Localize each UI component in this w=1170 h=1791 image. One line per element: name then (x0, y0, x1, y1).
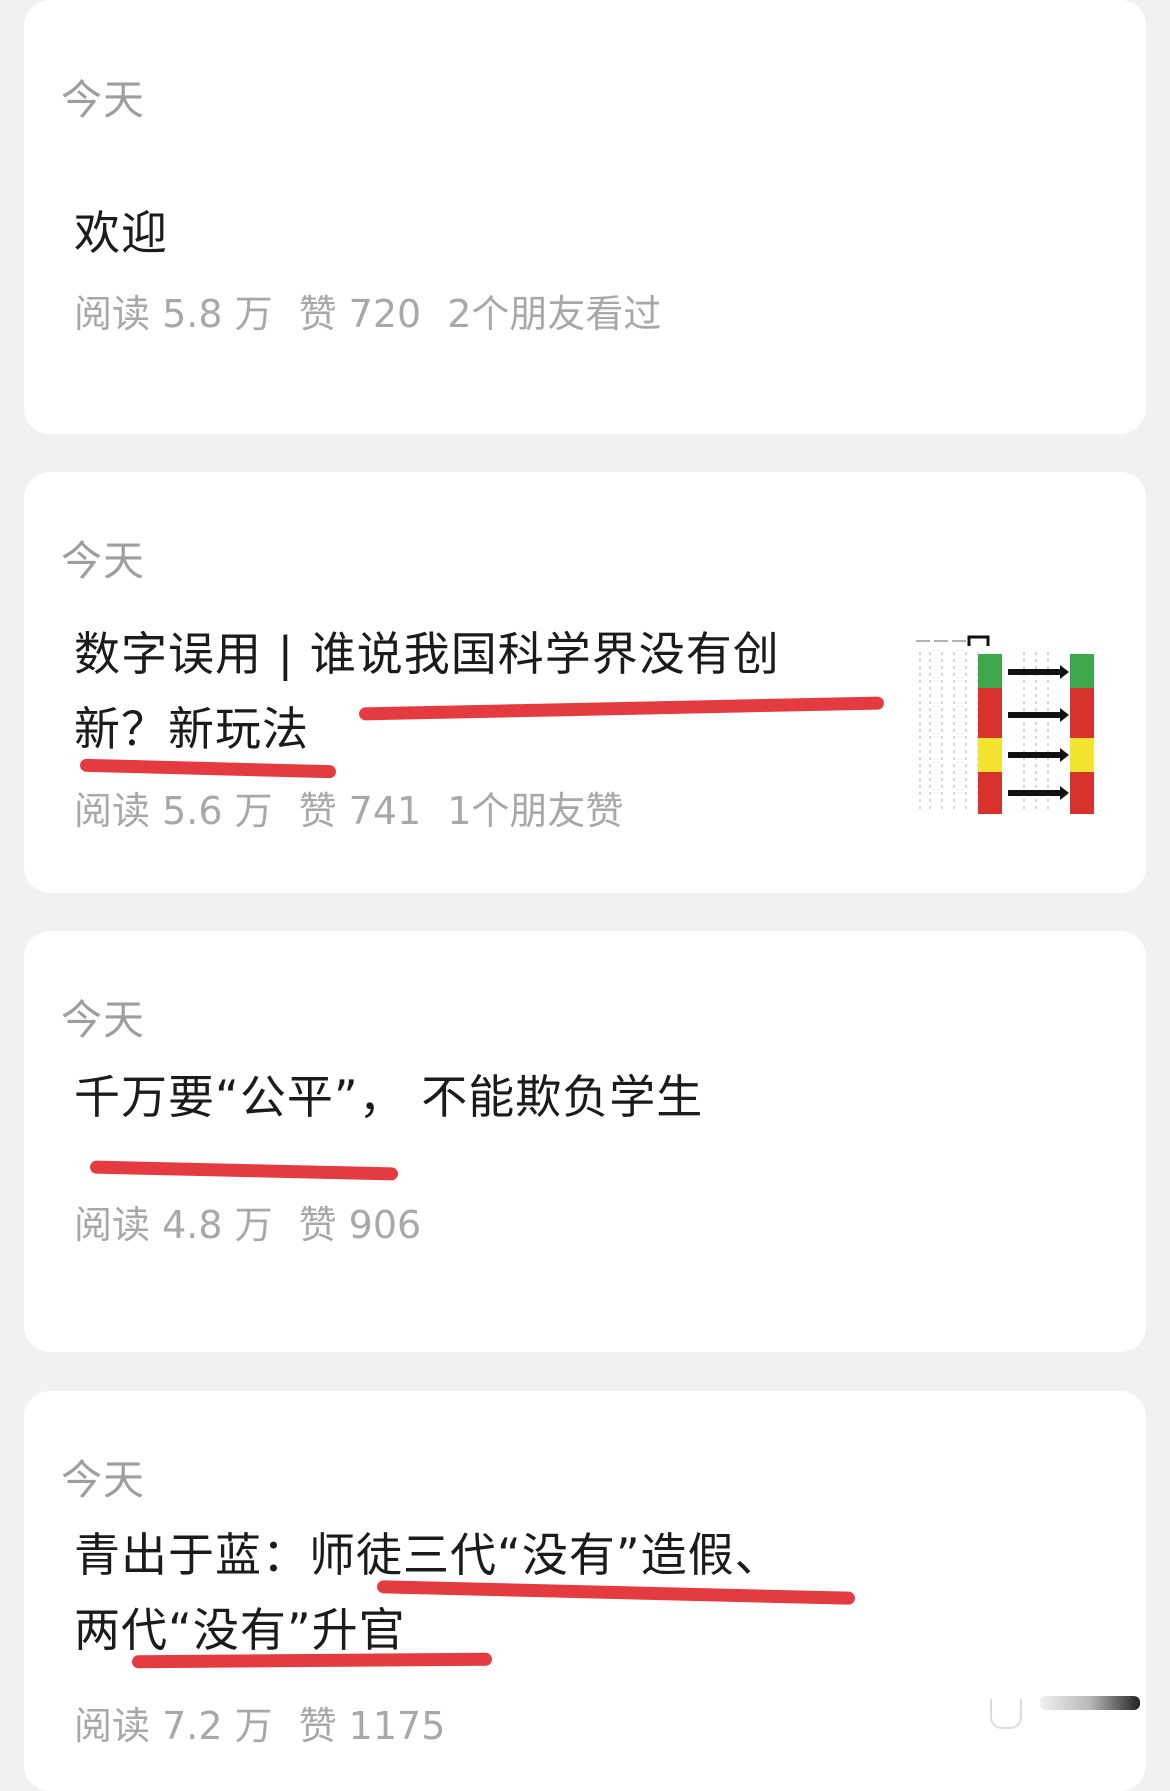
article-thumbnail[interactable] (912, 632, 1097, 822)
article-title-line: 数字误用 | 谁说我国科学界没有创 (74, 627, 780, 681)
article-title[interactable]: 数字误用 | 谁说我国科学界没有创 新？新玩法 (74, 617, 780, 767)
article-meta: 阅读 4.8 万赞 906 (74, 1194, 447, 1249)
like-count: 赞 741 (298, 789, 422, 833)
read-count: 阅读 5.8 万 (74, 292, 273, 336)
scroll-indicator[interactable] (1040, 1696, 1140, 1710)
article-title[interactable]: 欢迎 (74, 196, 168, 271)
like-count: 赞 1175 (298, 1704, 446, 1748)
article-meta: 阅读 5.8 万赞 720 2个朋友看过 (74, 283, 687, 338)
article-card[interactable]: 今天 数字误用 | 谁说我国科学界没有创 新？新玩法 阅读 5.6 万赞 741… (24, 472, 1146, 893)
read-count: 阅读 7.2 万 (74, 1704, 273, 1748)
post-date: 今天 (61, 537, 145, 585)
post-date: 今天 (61, 76, 145, 124)
pull-handle-icon (990, 1699, 1022, 1729)
article-title[interactable]: 千万要“公平”， 不能欺负学生 (74, 1060, 703, 1135)
read-count: 阅读 5.6 万 (74, 789, 273, 833)
red-underline-mark (131, 1652, 493, 1669)
table-chart-thumbnail-icon (916, 635, 1094, 814)
post-date: 今天 (61, 1456, 145, 1504)
red-underline-mark (89, 1160, 399, 1181)
post-date: 今天 (61, 996, 145, 1044)
article-card[interactable]: 今天 青出于蓝：师徒三代“没有”造假、 两代“没有”升官 阅读 7.2 万赞 1… (24, 1391, 1146, 1791)
article-card[interactable]: 今天 欢迎 阅读 5.8 万赞 720 2个朋友看过 (24, 0, 1146, 434)
read-count: 阅读 4.8 万 (74, 1203, 273, 1247)
like-count: 赞 906 (298, 1203, 422, 1247)
article-card[interactable]: 今天 千万要“公平”， 不能欺负学生 阅读 4.8 万赞 906 (24, 931, 1146, 1352)
friend-activity: 1个朋友赞 (447, 789, 624, 833)
friend-activity: 2个朋友看过 (447, 292, 662, 336)
article-meta: 阅读 5.6 万赞 741 1个朋友赞 (74, 780, 649, 835)
article-meta: 阅读 7.2 万赞 1175 (74, 1695, 471, 1750)
like-count: 赞 720 (298, 292, 422, 336)
